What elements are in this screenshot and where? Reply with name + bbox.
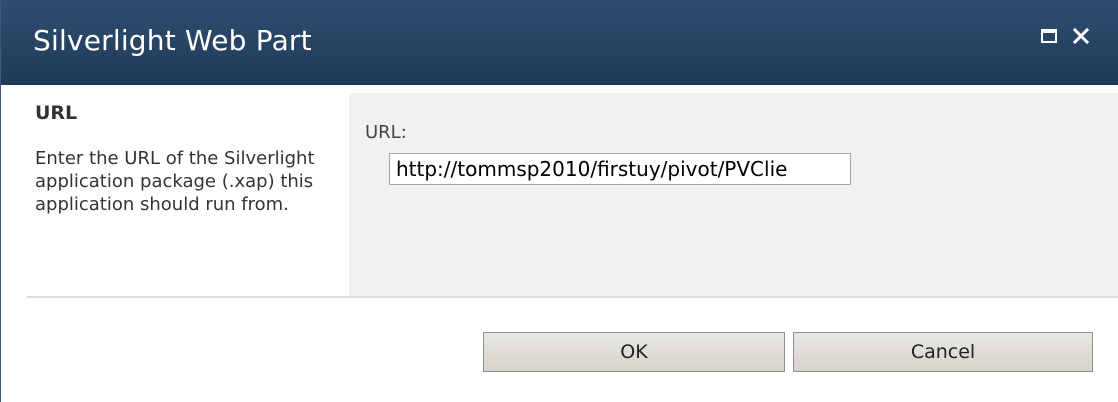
url-section: URL Enter the URL of the Silverlight app… (27, 93, 1118, 298)
ok-button[interactable]: OK (483, 332, 785, 372)
dialog-titlebar: Silverlight Web Part (1, 0, 1118, 85)
maximize-icon[interactable] (1037, 24, 1061, 48)
section-description-pane: URL Enter the URL of the Silverlight app… (27, 93, 349, 296)
section-heading: URL (35, 102, 78, 124)
cancel-button[interactable]: Cancel (793, 332, 1093, 372)
silverlight-webpart-dialog: Silverlight Web Part URL Enter the URL o… (0, 0, 1118, 402)
section-field-pane: URL: (349, 93, 1118, 296)
section-description: Enter the URL of the Silverlight applica… (35, 148, 315, 215)
dialog-title: Silverlight Web Part (33, 24, 312, 57)
url-input[interactable] (389, 153, 851, 185)
close-icon[interactable] (1069, 24, 1093, 48)
url-field-label: URL: (365, 122, 407, 143)
